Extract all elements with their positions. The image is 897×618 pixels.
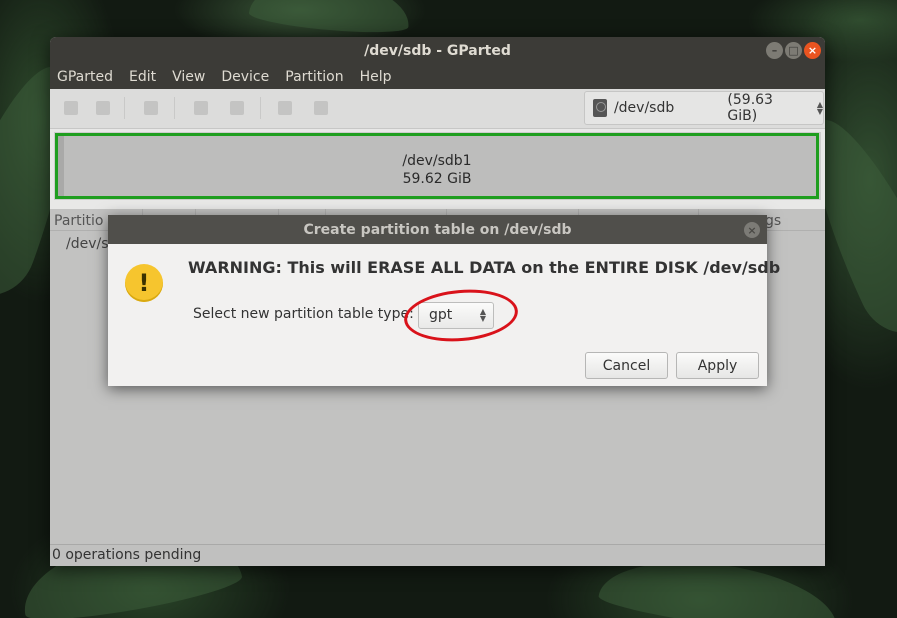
warning-message: WARNING: This will ERASE ALL DATA on the… <box>188 258 781 277</box>
resize-move-icon[interactable] <box>144 101 158 115</box>
column-partition[interactable]: Partitio <box>54 213 103 229</box>
status-bar: 0 operations pending <box>50 544 825 566</box>
window-controls: – □ × <box>766 42 821 59</box>
status-text: 0 operations pending <box>52 547 202 563</box>
partition-name: /dev/sdb1 <box>402 153 472 169</box>
partition-size: 59.62 GiB <box>402 171 472 187</box>
delete-partition-icon[interactable] <box>96 101 110 115</box>
partition-usage-strip <box>58 136 64 196</box>
hard-disk-icon <box>593 99 607 117</box>
toolbar-separator <box>174 97 175 119</box>
list-item[interactable]: /dev/s <box>66 236 109 252</box>
dialog-close-icon[interactable]: × <box>744 222 760 238</box>
apply-all-icon[interactable] <box>314 101 328 115</box>
paste-icon[interactable] <box>230 101 244 115</box>
maximize-icon[interactable]: □ <box>785 42 802 59</box>
apply-button[interactable]: Apply <box>676 352 759 379</box>
toolbar-separator <box>260 97 261 119</box>
minimize-icon[interactable]: – <box>766 42 783 59</box>
window-titlebar[interactable]: /dev/sdb - GParted – □ × <box>50 37 825 65</box>
menu-gparted[interactable]: GParted <box>57 69 113 85</box>
menu-help[interactable]: Help <box>360 69 392 85</box>
toolbar-separator <box>124 97 125 119</box>
dialog-titlebar[interactable]: Create partition table on /dev/sdb × <box>108 215 767 244</box>
close-icon[interactable]: × <box>804 42 821 59</box>
menubar: GParted Edit View Device Partition Help <box>50 65 825 89</box>
new-partition-icon[interactable] <box>64 101 78 115</box>
partition-block[interactable]: /dev/sdb1 59.62 GiB <box>55 133 819 199</box>
menu-device[interactable]: Device <box>221 69 269 85</box>
table-type-label: Select new partition table type: <box>193 306 414 322</box>
cancel-button[interactable]: Cancel <box>585 352 668 379</box>
dialog-title: Create partition table on /dev/sdb <box>303 221 572 238</box>
device-selector[interactable]: /dev/sdb (59.63 GiB) ▲ ▼ <box>584 91 824 125</box>
annotation-circle <box>401 285 521 346</box>
chevron-updown-icon: ▲ ▼ <box>816 100 824 116</box>
window-title: /dev/sdb - GParted <box>364 43 511 59</box>
copy-icon[interactable] <box>194 101 208 115</box>
menu-view[interactable]: View <box>172 69 205 85</box>
device-size: (59.63 GiB) <box>727 92 773 124</box>
menu-partition[interactable]: Partition <box>285 69 343 85</box>
menu-edit[interactable]: Edit <box>129 69 156 85</box>
warning-icon: ! <box>125 264 163 302</box>
undo-icon[interactable] <box>278 101 292 115</box>
device-name: /dev/sdb <box>613 100 675 116</box>
partition-graphic: /dev/sdb1 59.62 GiB <box>54 132 821 200</box>
column-flags[interactable]: gs <box>765 213 781 229</box>
create-partition-table-dialog: Create partition table on /dev/sdb × ! W… <box>108 215 780 386</box>
